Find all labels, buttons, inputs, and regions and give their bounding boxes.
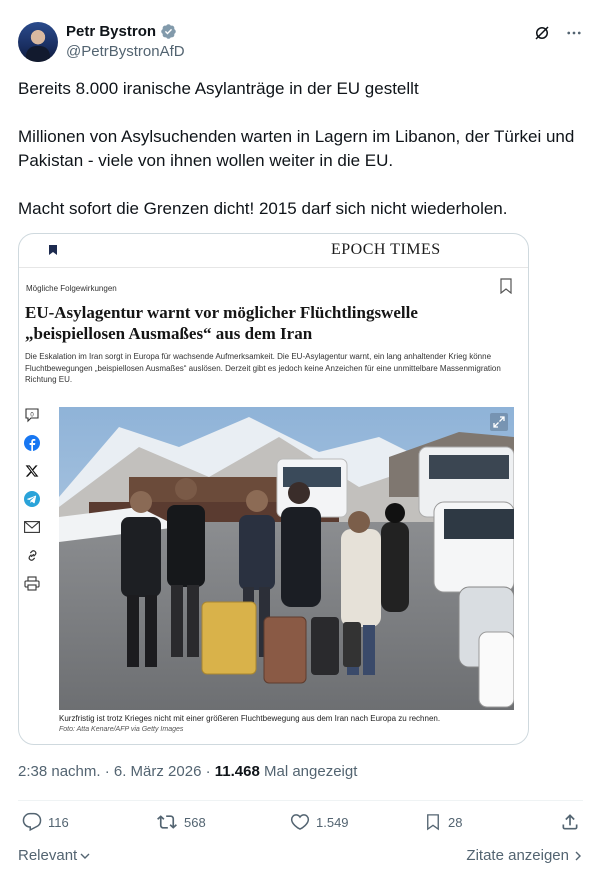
- view-quotes-link[interactable]: Zitate anzeigen: [466, 847, 583, 864]
- sort-label: Relevant: [18, 847, 78, 864]
- author-handle[interactable]: @PetrBystronAfD: [66, 43, 185, 60]
- article-photo: [59, 407, 514, 710]
- facebook-icon: [23, 434, 41, 452]
- bookmark-filled-icon: [49, 245, 57, 255]
- article-kicker: Mögliche Folgewirkungen: [26, 284, 117, 293]
- share-sidebar: 0: [23, 406, 45, 602]
- article-top-bar: EPOCH TIMES: [19, 234, 528, 268]
- article-headline: EU-Asylagentur warnt vor möglicher Flüch…: [25, 303, 418, 343]
- more-options-icon[interactable]: [565, 24, 583, 42]
- masthead: EPOCH TIMES: [331, 241, 441, 258]
- reply-button[interactable]: 116: [22, 812, 69, 832]
- repost-button[interactable]: 568: [156, 812, 206, 832]
- share-icon: [562, 814, 578, 830]
- tweet-paragraph: Millionen von Asylsuchenden warten in La…: [18, 127, 575, 170]
- mail-icon: [23, 518, 41, 536]
- tweet-footer: Relevant Zitate anzeigen: [18, 847, 583, 867]
- article-lead: Die Eskalation im Iran sorgt in Europa f…: [25, 352, 501, 384]
- like-button[interactable]: 1.549: [290, 812, 349, 832]
- divider: [18, 800, 583, 801]
- tweet-header: Petr Bystron @PetrBystronAfD: [18, 22, 583, 64]
- photo-credit: Foto: Atta Kenare/AFP via Getty Images: [59, 726, 184, 733]
- avatar[interactable]: [18, 22, 58, 62]
- tweet-meta: 2:38 nachm. · 6. März 2026 · 11.468 Mal …: [18, 763, 357, 780]
- quotes-label: Zitate anzeigen: [466, 847, 569, 864]
- x-icon: [23, 462, 41, 480]
- tweet-text: Bereits 8.000 iranische Asylanträge in d…: [18, 77, 578, 221]
- photo-caption: Kurzfristig ist trotz Krieges nicht mit …: [59, 714, 441, 723]
- share-button[interactable]: [560, 812, 580, 832]
- repost-icon: [157, 815, 177, 829]
- bookmark-icon: [427, 814, 439, 831]
- timestamp[interactable]: 2:38 nachm. · 6. März 2026 ·: [18, 763, 215, 780]
- chevron-right-icon: [575, 851, 581, 860]
- bookmark-count: 28: [448, 814, 463, 830]
- author-name-row: Petr Bystron: [66, 23, 177, 40]
- print-icon: [23, 574, 41, 592]
- tweet-paragraph: Bereits 8.000 iranische Asylanträge in d…: [18, 79, 419, 98]
- telegram-icon: [23, 490, 41, 508]
- reply-icon: [22, 812, 42, 832]
- grok-icon[interactable]: [533, 24, 551, 42]
- tweet-paragraph: Macht sofort die Grenzen dicht! 2015 dar…: [18, 199, 508, 218]
- views-label: Mal angezeigt: [259, 763, 358, 780]
- action-bar: 116 568 1.549 28: [18, 812, 583, 838]
- media-card[interactable]: EPOCH TIMES Mögliche Folgewirkungen EU-A…: [18, 233, 529, 745]
- view-count: 11.468: [214, 763, 260, 780]
- heart-icon: [290, 814, 310, 830]
- chevron-down-icon: [80, 853, 90, 859]
- header-actions: [533, 24, 583, 42]
- reply-count: 116: [48, 814, 69, 830]
- author-name[interactable]: Petr Bystron: [66, 23, 156, 40]
- sort-relevant-dropdown[interactable]: Relevant: [18, 847, 91, 864]
- comment-icon: 0: [23, 406, 41, 424]
- bookmark-button[interactable]: 28: [424, 812, 462, 832]
- link-icon: [23, 546, 41, 564]
- repost-count: 568: [184, 814, 206, 830]
- verified-badge-icon: [161, 24, 176, 39]
- bookmark-outline-icon: [500, 278, 512, 294]
- like-count: 1.549: [316, 814, 349, 830]
- expand-icon: [490, 413, 508, 431]
